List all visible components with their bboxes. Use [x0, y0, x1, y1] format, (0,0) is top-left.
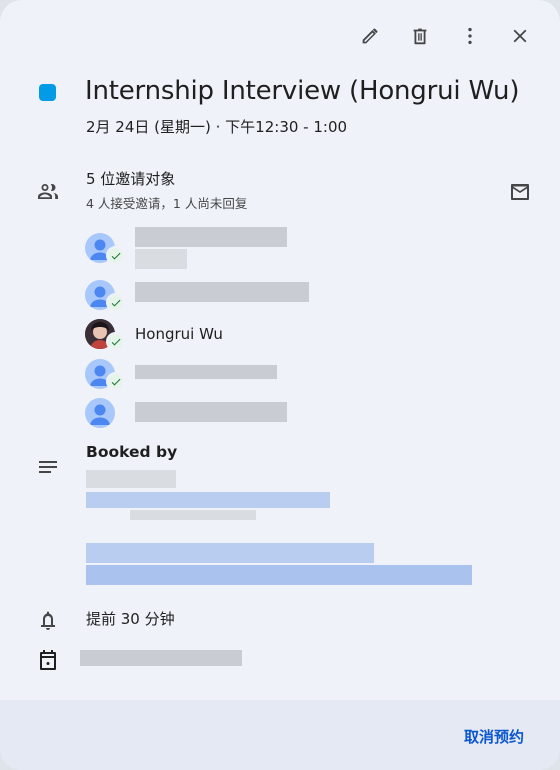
guests-summary: 4 人接受邀请，1 人尚未回复: [86, 196, 248, 211]
mail-icon: [511, 184, 529, 200]
redacted-booker-name: [86, 470, 176, 488]
close-button[interactable]: [500, 18, 540, 54]
event-color-chip: [39, 84, 56, 101]
trash-icon: [413, 28, 427, 45]
redacted-guest-role: [135, 249, 187, 269]
email-guests-button[interactable]: [506, 178, 534, 206]
reminder-text: 提前 30 分钟: [86, 610, 175, 628]
redacted-text: [130, 510, 256, 520]
event-detail-card: Internship Interview (Hongrui Wu) 2月 24日…: [0, 0, 560, 770]
accepted-check-icon: [106, 293, 125, 312]
guests-count: 5 位邀请对象: [86, 170, 176, 188]
redacted-guest-name: [135, 227, 287, 247]
event-datetime: 2月 24日 (星期一) · 下午12:30 - 1:00: [86, 118, 348, 136]
delete-button[interactable]: [400, 18, 440, 54]
redacted-guest-name: [135, 282, 309, 302]
redacted-calendar-name: [80, 650, 242, 666]
more-options-button[interactable]: [450, 18, 490, 54]
avatar: [85, 398, 115, 428]
guest-item[interactable]: [85, 227, 345, 269]
more-vert-icon: [468, 27, 472, 45]
event-toolbar: [350, 18, 540, 54]
guest-item[interactable]: [85, 359, 345, 391]
description-heading: Booked by: [86, 443, 178, 461]
guest-item[interactable]: [85, 398, 345, 430]
redacted-link[interactable]: [86, 543, 374, 563]
event-title: Internship Interview (Hongrui Wu): [85, 76, 520, 106]
redacted-booker-email[interactable]: [86, 492, 330, 508]
accepted-check-icon: [106, 246, 125, 265]
accepted-check-icon: [106, 372, 125, 391]
close-icon: [513, 29, 527, 43]
description-icon: [35, 454, 61, 480]
redacted-link[interactable]: [86, 565, 472, 585]
redacted-guest-name: [135, 365, 277, 379]
edit-button[interactable]: [350, 18, 390, 54]
redacted-guest-name: [135, 402, 287, 422]
pencil-icon: [362, 28, 378, 44]
card-footer: 取消预约: [0, 700, 560, 770]
calendar-icon: [35, 647, 61, 673]
guest-item[interactable]: Hongrui Wu: [85, 319, 345, 351]
bell-icon: [35, 607, 61, 633]
cancel-booking-button[interactable]: 取消预约: [464, 726, 524, 747]
guest-item[interactable]: [85, 280, 345, 312]
guest-name: Hongrui Wu: [135, 325, 223, 343]
people-icon: [35, 178, 61, 204]
accepted-check-icon: [106, 332, 125, 351]
